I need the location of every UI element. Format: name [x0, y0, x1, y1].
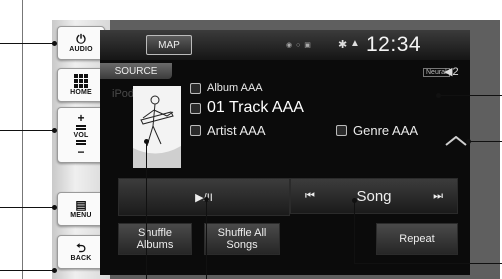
home-label: HOME — [70, 89, 92, 96]
home-button[interactable]: HOME — [57, 68, 105, 102]
back-arrow-icon: ⮌ — [76, 241, 86, 255]
album-name: Album AAA — [207, 82, 263, 94]
album-art — [133, 86, 181, 168]
status-bar: MAP ◉ ○ ▣ ✱ ▲ 12:34 — [100, 30, 470, 60]
menu-button[interactable]: ▤ MENU — [57, 192, 105, 226]
bluetooth-icon: ✱ — [338, 39, 348, 51]
skip-back-icon[interactable]: ⏮ — [305, 190, 315, 203]
shuffle-albums-label: Shuffle Albums — [136, 227, 174, 251]
back-label: BACK — [70, 255, 92, 262]
vol-label: VOL — [73, 132, 89, 139]
audio-label: AUDIO — [69, 46, 93, 53]
song-skip-bar[interactable]: ⏮ Song ⏭ — [290, 178, 458, 214]
signal-icon: ▲ — [350, 38, 360, 49]
volume-up-icon[interactable]: + — [77, 112, 84, 124]
touch-screen: MAP ◉ ○ ▣ ✱ ▲ 12:34 SOURCE iPod Neural ◀… — [100, 30, 470, 275]
volume-bar-icon — [76, 124, 86, 131]
home-grid-icon — [74, 74, 88, 88]
skip-forward-icon[interactable]: ⏭ — [433, 190, 443, 203]
album-line: Album AAA — [190, 82, 263, 94]
album-icon — [190, 82, 201, 94]
status-indicator-icon: ◉ ○ ▣ — [286, 42, 312, 49]
audio-button[interactable]: ⏻ AUDIO — [57, 26, 105, 60]
volume-down-icon[interactable]: − — [77, 146, 84, 158]
track-line: 01 Track AAA — [190, 99, 304, 117]
genre-line: Genre AAA — [336, 123, 418, 138]
volume-rocker[interactable]: + VOL − — [57, 107, 105, 163]
track-name: 01 Track AAA — [207, 99, 304, 116]
clock: 12:34 — [366, 33, 422, 56]
genre-icon — [336, 125, 347, 136]
shuffle-albums-button[interactable]: Shuffle Albums — [118, 223, 192, 255]
shuffle-all-songs-button[interactable]: Shuffle All Songs — [204, 223, 280, 255]
chevron-up-icon[interactable] — [445, 136, 467, 146]
source-button[interactable]: SOURCE — [100, 63, 172, 79]
track-icon — [190, 102, 201, 114]
artist-icon — [190, 125, 201, 136]
ipod-watermark: iPod — [112, 88, 135, 100]
artist-name: Artist AAA — [207, 123, 266, 138]
shuffle-all-label: Shuffle All Songs — [217, 227, 267, 251]
menu-icon: ▤ — [75, 198, 87, 212]
volume-indicator: ◀2 — [444, 66, 459, 78]
repeat-label: Repeat — [399, 233, 435, 245]
song-label: Song — [356, 187, 392, 205]
map-button[interactable]: MAP — [146, 35, 192, 55]
genre-name: Genre AAA — [353, 123, 419, 138]
menu-label: MENU — [70, 212, 92, 219]
power-icon: ⏻ — [76, 32, 86, 46]
artist-line: Artist AAA — [190, 123, 266, 138]
back-button[interactable]: ⮌ BACK — [57, 235, 105, 269]
repeat-button[interactable]: Repeat — [376, 223, 458, 255]
